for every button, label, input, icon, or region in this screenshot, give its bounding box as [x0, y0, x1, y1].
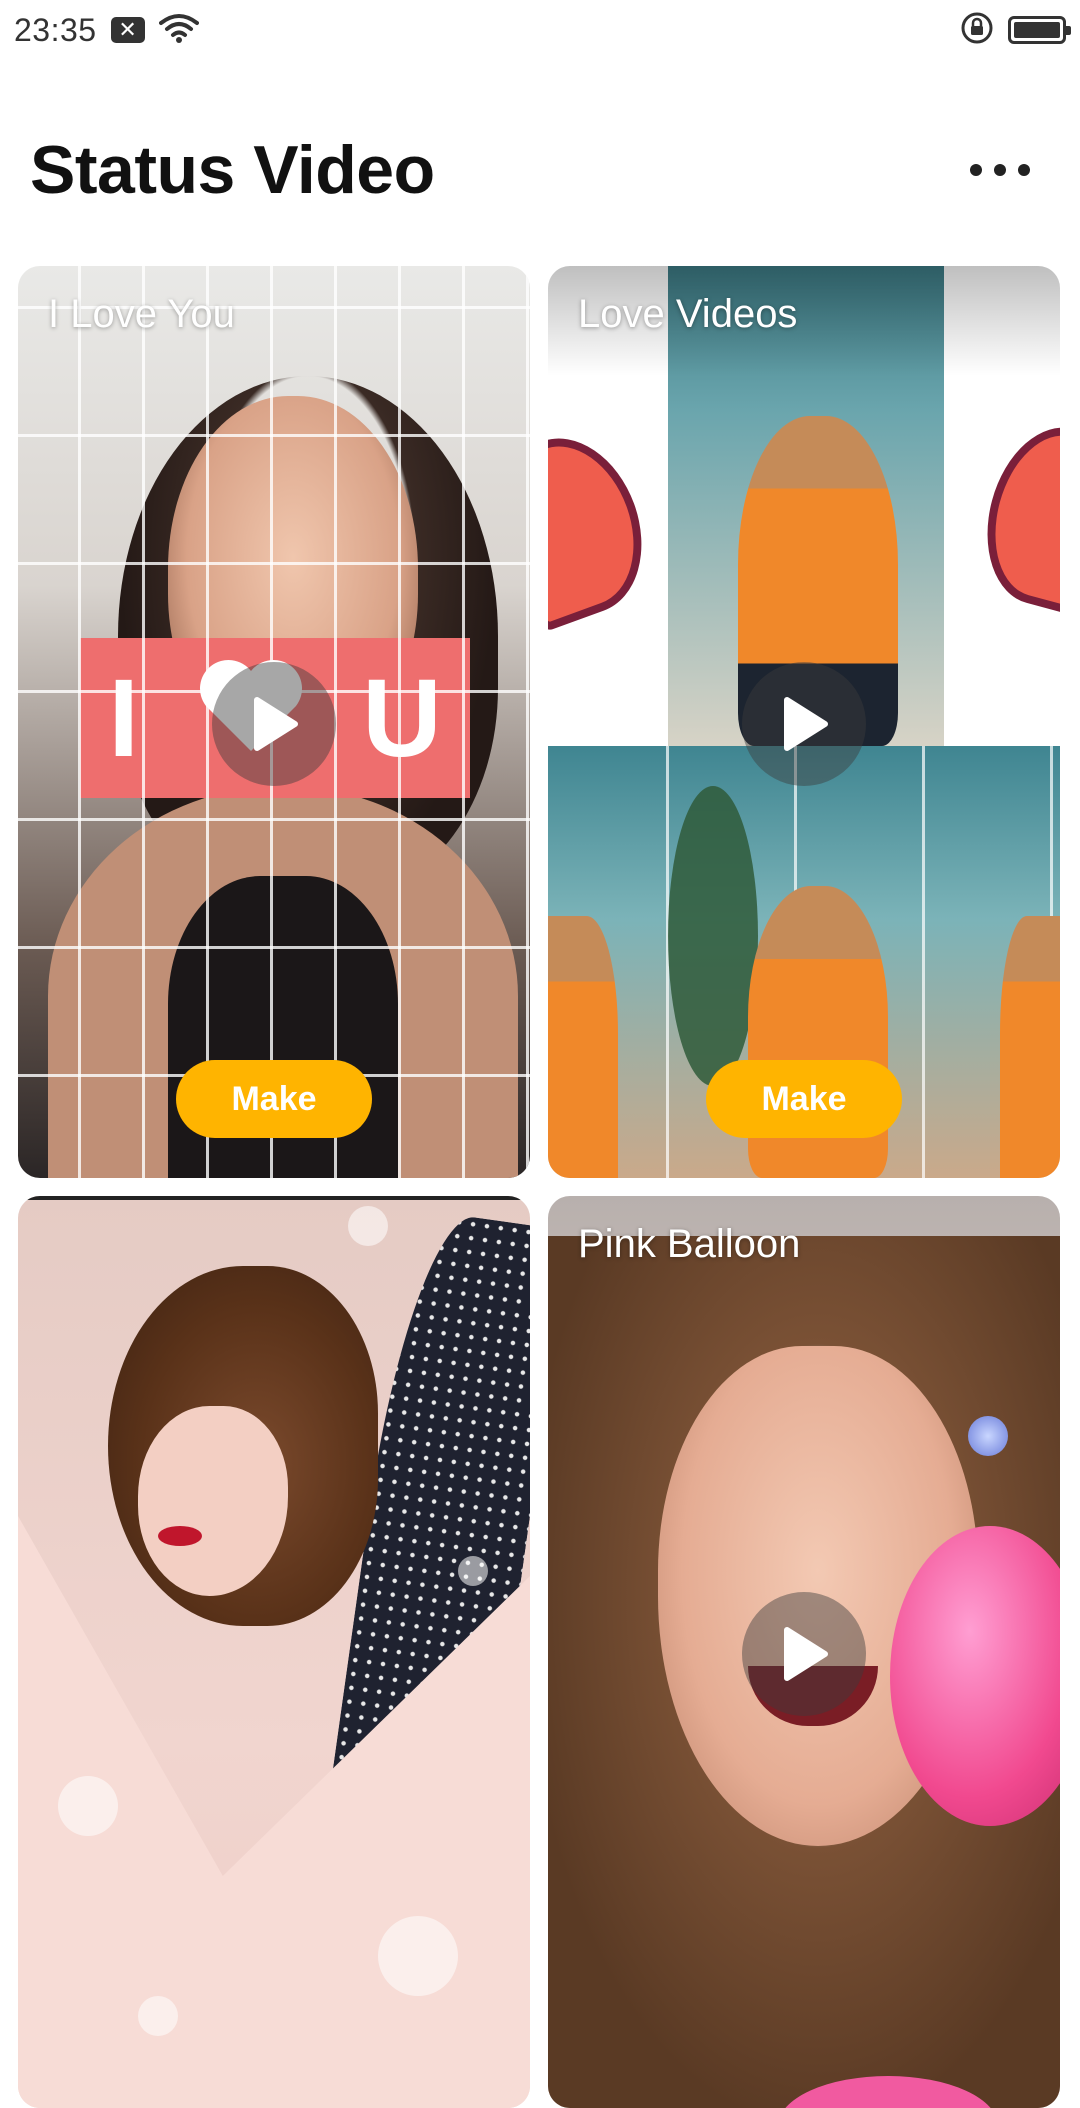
wifi-icon	[158, 13, 199, 48]
template-card-i-love-you[interactable]: I U I Love You Make	[18, 266, 530, 1178]
card-art-lips	[158, 1526, 202, 1546]
status-time: 23:35	[14, 11, 97, 48]
page-title: Status Video	[30, 132, 435, 208]
battery-icon	[1008, 16, 1071, 44]
status-bar: 23:35 ✕	[0, 0, 1080, 60]
play-button[interactable]	[742, 662, 866, 786]
card-art-person	[548, 916, 618, 1178]
card-art-person	[1000, 916, 1060, 1178]
card-title: Pink Balloon	[578, 1222, 801, 1266]
card-title: Love Videos	[578, 292, 798, 336]
make-button[interactable]: Make	[706, 1060, 902, 1138]
card-art-tree	[668, 786, 758, 1086]
template-card-pink-balloon[interactable]: Pink Balloon	[548, 1196, 1060, 2108]
status-left: 23:35 ✕	[14, 12, 199, 49]
heart-sticker-icon	[968, 413, 1060, 619]
more-options-button[interactable]	[960, 130, 1040, 210]
bokeh-dot	[58, 1776, 118, 1836]
bokeh-dot	[138, 1996, 178, 2036]
template-card-pink-portrait[interactable]	[18, 1196, 530, 2108]
play-icon	[254, 697, 298, 751]
template-grid: I U I Love You Make Love Videos	[18, 266, 1062, 2108]
template-card-love-videos[interactable]: Love Videos Make	[548, 266, 1060, 1178]
status-right	[960, 11, 1071, 50]
bokeh-dot	[348, 1206, 388, 1246]
notification-x-icon: ✕	[110, 17, 145, 43]
play-button[interactable]	[212, 662, 336, 786]
card-top-border	[18, 1196, 530, 1200]
play-button[interactable]	[742, 1592, 866, 1716]
app-header: Status Video	[0, 110, 1080, 230]
rotation-lock-icon	[960, 11, 994, 50]
card-title: I Love You	[48, 292, 235, 336]
battery-fill	[1014, 22, 1060, 38]
bokeh-dot	[378, 1916, 458, 1996]
more-horizontal-icon	[970, 164, 1030, 176]
card-art-earring	[968, 1416, 1008, 1456]
play-icon	[784, 1627, 828, 1681]
bokeh-dot	[458, 1556, 488, 1586]
heart-sticker-icon	[548, 419, 665, 633]
play-icon	[784, 697, 828, 751]
make-button[interactable]: Make	[176, 1060, 372, 1138]
